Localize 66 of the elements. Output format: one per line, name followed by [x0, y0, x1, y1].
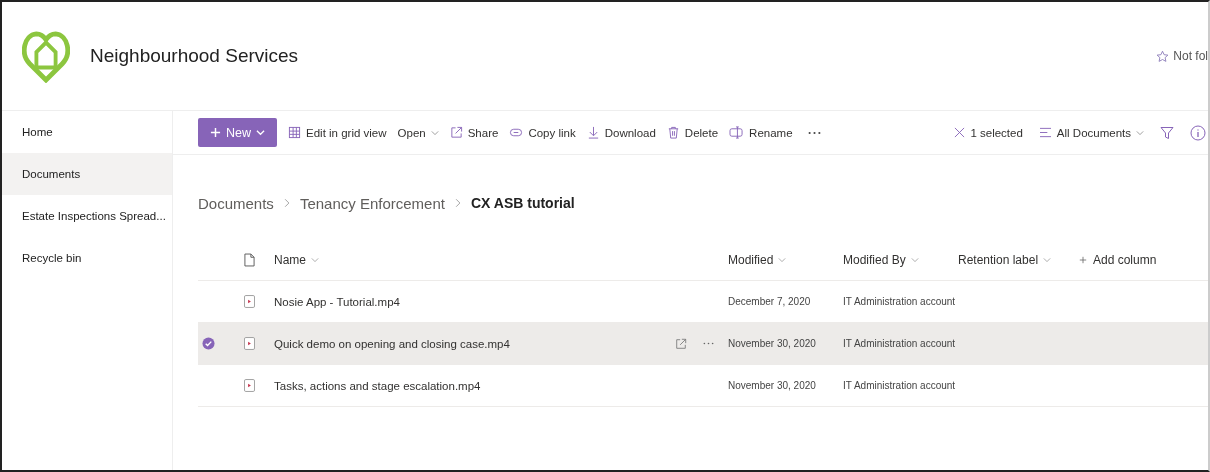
file-name[interactable]: Tasks, actions and stage escalation.mp4	[274, 379, 481, 392]
open-button[interactable]: Open	[397, 126, 439, 139]
chevron-down-icon	[311, 256, 319, 264]
chevron-icon	[454, 198, 461, 208]
breadcrumb-link[interactable]: Documents	[198, 194, 274, 212]
star-icon	[1156, 49, 1170, 63]
file-name[interactable]: Nosie App - Tutorial.mp4	[274, 295, 400, 308]
more-icon[interactable]	[807, 130, 821, 135]
download-icon	[586, 126, 600, 139]
site-title: Neighbourhood Services	[90, 45, 299, 67]
link-icon	[509, 126, 524, 139]
column-header[interactable]: Modified By	[843, 253, 958, 267]
rename-icon	[729, 126, 745, 139]
nav-link[interactable]: Documents	[2, 153, 172, 195]
check-circle-icon[interactable]	[202, 337, 215, 350]
breadcrumb-link[interactable]: CX ASB tutorial	[470, 195, 575, 211]
chevron-down-icon	[778, 256, 787, 264]
column-header[interactable]: Name	[274, 253, 728, 267]
plus-icon	[1079, 256, 1087, 264]
chevron-icon	[283, 198, 290, 208]
chevron-down-icon	[910, 256, 919, 264]
chevron-down-icon	[1136, 128, 1144, 137]
link-button[interactable]: Copy link	[509, 126, 576, 139]
share-icon	[449, 126, 463, 139]
video-file-icon	[244, 337, 255, 350]
modified-date: November 30, 2020	[728, 380, 816, 391]
chevron-down-icon	[1043, 256, 1052, 264]
nav-link[interactable]: Home	[2, 111, 172, 153]
modified-date: December 7, 2020	[728, 296, 811, 307]
more-icon[interactable]	[703, 342, 714, 345]
breadcrumb-link[interactable]: Tenancy Enforcement	[299, 194, 445, 212]
follow-button[interactable]: Not fol	[1156, 49, 1208, 63]
file-row[interactable]: Tasks, actions and stage escalation.mp4 November 30, 2020 IT Administration account	[198, 365, 1208, 407]
heart-house-logo-icon	[22, 29, 70, 83]
plus-icon	[210, 127, 221, 138]
chevron-down-icon	[256, 128, 265, 137]
filter-icon[interactable]	[1160, 125, 1174, 140]
file-type-icon	[244, 253, 255, 267]
modified-by: IT Administration account	[843, 296, 956, 307]
add-column-button[interactable]: Add column	[1079, 253, 1157, 267]
view-switcher[interactable]: All Documents	[1038, 126, 1144, 139]
delete-button[interactable]: Delete	[666, 126, 719, 139]
rename-button[interactable]: Rename	[729, 126, 793, 139]
share-button[interactable]: Share	[449, 126, 499, 139]
download-button[interactable]: Download	[586, 126, 656, 139]
video-file-icon	[244, 379, 255, 392]
chevron-down-icon	[430, 128, 439, 137]
close-icon	[954, 127, 966, 138]
lines-icon	[1038, 127, 1052, 138]
clear-selection-button[interactable]: 1 selected	[954, 126, 1023, 139]
grid-button[interactable]: Edit in grid view	[288, 126, 387, 139]
video-file-icon	[244, 295, 255, 308]
nav-link[interactable]: Recycle bin	[2, 237, 172, 279]
modified-by: IT Administration account	[843, 338, 956, 349]
info-icon[interactable]	[1190, 124, 1206, 141]
nav-link[interactable]: Estate Inspections Spread...	[2, 195, 172, 237]
new-button[interactable]: New	[198, 118, 277, 147]
share-icon[interactable]	[675, 337, 687, 350]
file-row[interactable]: Quick demo on opening and closing case.mp4 November 30, 2020 IT Administration account	[198, 323, 1208, 365]
grid-icon	[288, 126, 301, 139]
trash-icon	[666, 126, 680, 139]
modified-date: November 30, 2020	[728, 338, 816, 349]
file-name[interactable]: Quick demo on opening and closing case.mp4	[274, 337, 510, 350]
modified-by: IT Administration account	[843, 380, 956, 391]
column-header[interactable]: Modified	[728, 253, 843, 267]
column-header[interactable]: Retention label	[958, 253, 1079, 267]
